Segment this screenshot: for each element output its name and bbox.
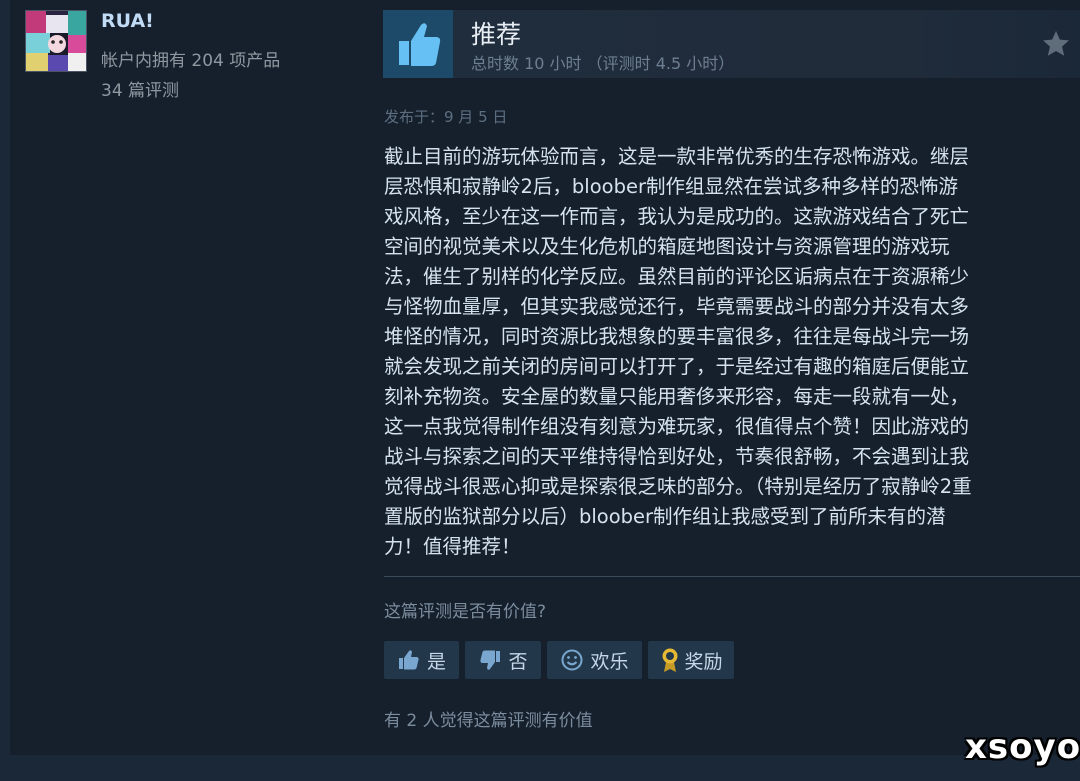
recommended-badge — [383, 10, 453, 78]
review-text: 截止目前的游玩体验而言，这是一款非常优秀的生存恐怖游戏。继层 层恐惧和寂静岭2后… — [384, 145, 972, 558]
no-button[interactable]: 否 — [465, 641, 541, 679]
products-owned[interactable]: 帐户内拥有 204 项产品 — [101, 46, 280, 71]
yes-button[interactable]: 是 — [384, 641, 459, 679]
verdict-title[interactable]: 推荐 — [471, 15, 521, 51]
award-medal-icon — [662, 648, 678, 672]
thumbs-up-icon — [399, 23, 441, 66]
thumbs-up-icon — [398, 650, 419, 670]
star-icon[interactable] — [1040, 28, 1072, 60]
avatar-image — [26, 11, 86, 71]
helpful-count: 有 2 人觉得这篇评测有价值 — [384, 711, 593, 731]
review-count[interactable]: 34 篇评测 — [101, 76, 179, 101]
helpful-question: 这篇评测是否有价值? — [384, 602, 547, 622]
smiley-icon — [561, 649, 583, 671]
thumbs-down-icon — [480, 650, 501, 670]
award-label: 奖励 — [684, 650, 723, 673]
playtime-hours: 总时数 10 小时 （评测时 4.5 小时） — [471, 54, 735, 73]
no-label: 否 — [508, 650, 528, 673]
divider — [384, 576, 1080, 577]
yes-label: 是 — [426, 650, 446, 673]
award-button[interactable]: 奖励 — [648, 641, 734, 679]
posted-date: 发布于：9 月 5 日 — [384, 108, 508, 126]
watermark: xsoyo — [965, 727, 1080, 767]
funny-label: 欢乐 — [590, 650, 629, 673]
avatar[interactable] — [25, 10, 87, 72]
reviewer-name[interactable]: RUA! — [101, 10, 154, 32]
funny-button[interactable]: 欢乐 — [547, 641, 642, 679]
